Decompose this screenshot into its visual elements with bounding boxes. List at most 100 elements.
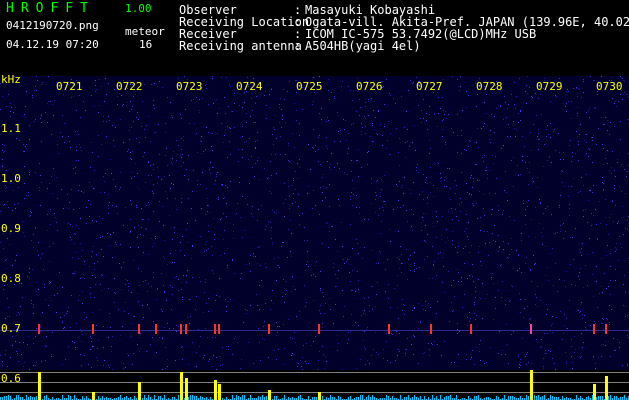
noise-dot: [266, 226, 267, 227]
noise-dot: [122, 326, 123, 327]
histogram-noise: [350, 396, 351, 400]
noise-dot: [378, 354, 379, 355]
noise-dot: [147, 291, 148, 292]
noise-dot: [418, 105, 419, 106]
meteor-echo: [38, 324, 40, 334]
noise-dot: [281, 127, 282, 128]
noise-dot: [261, 280, 262, 281]
histogram-noise: [160, 396, 161, 400]
noise-dot: [441, 177, 442, 178]
noise-dot: [361, 220, 362, 221]
noise-dot: [621, 247, 622, 248]
noise-dot: [128, 355, 129, 356]
noise-dot: [532, 178, 533, 179]
noise-dot: [523, 203, 524, 204]
noise-dot: [305, 270, 306, 271]
noise-dot: [609, 305, 610, 306]
noise-dot: [506, 324, 507, 325]
noise-dot: [436, 216, 437, 217]
noise-dot: [32, 269, 33, 270]
noise-dot: [455, 209, 456, 210]
noise-dot: [342, 81, 343, 82]
noise-dot: [550, 253, 551, 254]
noise-dot: [139, 337, 140, 338]
noise-dot: [539, 139, 540, 140]
noise-dot: [365, 102, 366, 103]
noise-dot: [27, 276, 28, 277]
noise-dot: [476, 106, 477, 107]
noise-dot: [68, 346, 69, 347]
noise-dot: [31, 212, 32, 213]
noise-dot: [234, 338, 235, 339]
noise-dot: [178, 78, 179, 79]
noise-dot: [88, 200, 89, 201]
noise-dot: [496, 108, 497, 109]
noise-dot: [287, 257, 288, 258]
noise-dot: [9, 316, 10, 317]
noise-dot: [401, 187, 402, 188]
histogram-noise: [624, 395, 625, 400]
noise-dot: [593, 80, 594, 81]
noise-dot: [610, 266, 611, 267]
histogram-noise: [98, 396, 99, 400]
noise-dot: [358, 289, 359, 290]
noise-dot: [225, 185, 226, 186]
noise-dot: [609, 324, 610, 325]
noise-dot: [520, 111, 521, 112]
noise-dot: [127, 225, 128, 226]
noise-dot: [397, 285, 398, 286]
noise-dot: [49, 246, 50, 247]
noise-dot: [267, 84, 268, 85]
noise-dot: [321, 119, 322, 120]
noise-dot: [99, 216, 100, 217]
histogram-noise: [26, 395, 27, 400]
noise-dot: [457, 323, 458, 324]
noise-dot: [111, 351, 112, 352]
noise-dot: [7, 316, 8, 317]
noise-dot: [381, 189, 382, 190]
histogram-noise: [242, 395, 243, 400]
noise-dot: [580, 357, 581, 358]
noise-dot: [181, 282, 182, 283]
noise-dot: [607, 120, 608, 121]
noise-dot: [292, 276, 293, 277]
noise-dot: [131, 109, 132, 110]
noise-dot: [412, 310, 413, 311]
noise-dot: [581, 97, 582, 98]
noise-dot: [547, 206, 548, 207]
noise-dot: [156, 352, 157, 353]
noise-dot: [167, 264, 168, 265]
noise-dot: [269, 191, 270, 192]
noise-dot: [611, 167, 612, 168]
noise-dot: [215, 180, 216, 181]
time-tick-label: 0729: [536, 80, 563, 93]
meteor-echo: [593, 324, 595, 334]
noise-dot: [148, 202, 149, 203]
noise-dot: [373, 349, 374, 350]
noise-dot: [242, 237, 243, 238]
noise-dot: [404, 177, 405, 178]
noise-dot: [247, 204, 248, 205]
noise-dot: [581, 356, 582, 357]
noise-dot: [82, 303, 83, 304]
noise-dot: [324, 313, 325, 314]
histogram-noise: [46, 395, 47, 400]
noise-dot: [299, 311, 300, 312]
noise-dot: [73, 209, 74, 210]
noise-dot: [184, 76, 185, 77]
noise-dot: [378, 110, 379, 111]
noise-dot: [405, 157, 406, 158]
noise-dot: [476, 347, 477, 348]
noise-dot: [149, 308, 150, 309]
noise-dot: [12, 265, 13, 266]
noise-dot: [92, 152, 93, 153]
noise-dot: [288, 143, 289, 144]
noise-dot: [529, 172, 530, 173]
noise-dot: [75, 234, 76, 235]
noise-dot: [313, 129, 314, 130]
noise-dot: [190, 299, 191, 300]
noise-dot: [287, 91, 288, 92]
noise-dot: [192, 245, 193, 246]
noise-dot: [137, 173, 138, 174]
noise-dot: [140, 333, 141, 334]
